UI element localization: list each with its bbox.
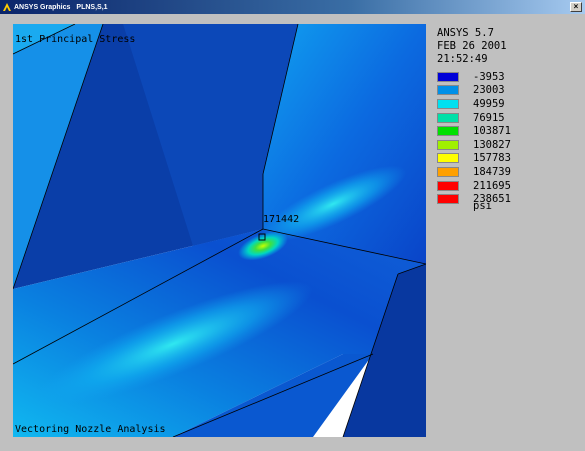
legend-row: 211695 [437, 179, 511, 193]
legend-swatch [437, 194, 459, 205]
legend-swatch [437, 166, 459, 177]
legend-swatch [437, 180, 459, 191]
legend-value: 76915 [473, 111, 505, 124]
legend-value: 49959 [473, 97, 505, 110]
legend-row: 184739 [437, 165, 511, 179]
graphics-client-area: 1st Principal Stress 171442 Vectoring No… [0, 14, 585, 451]
close-button[interactable]: × [570, 2, 582, 12]
version-label: ANSYS 5.7 [437, 27, 494, 39]
legend-value: 23003 [473, 84, 505, 97]
legend-swatch [437, 98, 459, 109]
legend-value: -3953 [473, 70, 505, 83]
legend-row: -3953 [437, 70, 511, 84]
legend-row: 157783 [437, 152, 511, 166]
legend-row: 23003 [437, 84, 511, 98]
legend-swatch [437, 71, 459, 82]
legend-swatch [437, 139, 459, 150]
date-label: FEB 26 2001 [437, 40, 507, 52]
window-app-name: ANSYS Graphics [14, 3, 71, 11]
contour-legend: -3953 23003 49959 76915 103871 130827 15… [437, 70, 511, 206]
legend-units: psi [473, 200, 492, 212]
close-icon: × [573, 2, 579, 11]
max-value-label: 171442 [263, 214, 300, 225]
legend-value: 184739 [473, 165, 511, 178]
stress-plot-viewport[interactable] [13, 24, 426, 437]
window-plot-command: PLNS,S,1 [76, 3, 108, 11]
legend-value: 211695 [473, 179, 511, 192]
stress-contour-plot [13, 24, 426, 437]
legend-value: 130827 [473, 138, 511, 151]
window-titlebar[interactable]: ANSYS Graphics PLNS,S,1 × [0, 0, 585, 14]
ansys-logo-icon [2, 2, 12, 12]
plot-caption: Vectoring Nozzle Analysis [15, 424, 166, 435]
legend-row: 76915 [437, 111, 511, 125]
time-label: 21:52:49 [437, 53, 488, 65]
legend-value: 157783 [473, 152, 511, 165]
legend-swatch [437, 112, 459, 123]
legend-swatch [437, 126, 459, 137]
legend-row: 49959 [437, 97, 511, 111]
info-panel: ANSYS 5.7 FEB 26 2001 21:52:49 [437, 27, 507, 66]
legend-swatch [437, 85, 459, 96]
legend-row: 130827 [437, 138, 511, 152]
legend-row: 103871 [437, 124, 511, 138]
plot-title: 1st Principal Stress [15, 34, 136, 45]
legend-value: 103871 [473, 125, 511, 138]
legend-swatch [437, 153, 459, 164]
